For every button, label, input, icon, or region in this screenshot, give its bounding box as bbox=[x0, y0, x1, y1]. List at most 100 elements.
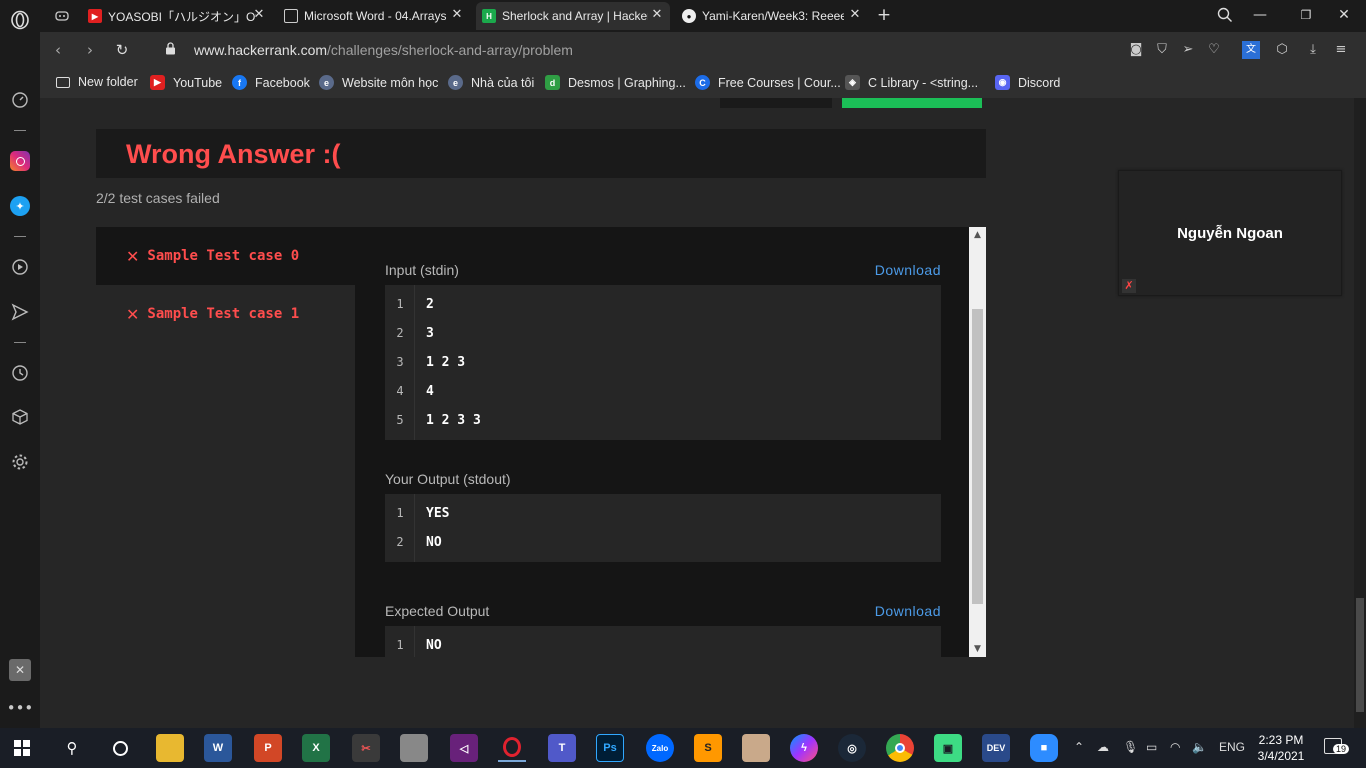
bookmarks-bar: New folder ▶ YouTube f Facebook e Website m… bbox=[40, 68, 1366, 98]
more-dots-icon[interactable]: ••• bbox=[7, 696, 34, 720]
facebook-icon: f bbox=[232, 75, 247, 90]
downloads-icon[interactable]: ⤓ bbox=[1304, 41, 1322, 59]
android-icon[interactable]: ▣ bbox=[934, 734, 962, 762]
close-icon[interactable]: ✕ bbox=[450, 8, 464, 22]
adblock-shield-icon[interactable]: ⛉ bbox=[1153, 41, 1171, 59]
bookmark-discord[interactable]: ◉ Discord bbox=[995, 75, 1060, 90]
scroll-down-icon[interactable]: ▼ bbox=[969, 641, 986, 657]
tab-menu-icon[interactable] bbox=[50, 4, 74, 28]
extensions-icon[interactable]: ⬡ bbox=[1273, 41, 1291, 59]
globe-icon: e bbox=[448, 75, 463, 90]
photoshop-icon[interactable]: Ps bbox=[596, 734, 624, 762]
bookmark-nha-cua-toi[interactable]: e Nhà của tôi bbox=[448, 75, 534, 90]
visual-studio-icon[interactable]: ◁ bbox=[450, 734, 478, 762]
expected-code-box: 1 NO bbox=[385, 626, 941, 657]
search-icon[interactable]: ⚲ bbox=[58, 734, 86, 762]
bookmark-cplusplus[interactable]: ◈ C Library - <string... bbox=[845, 75, 978, 90]
input-download-link[interactable]: Download bbox=[875, 262, 941, 278]
bookmark-facebook[interactable]: f Facebook bbox=[232, 75, 310, 90]
messenger-icon[interactable]: ϟ bbox=[790, 734, 818, 762]
anime-app-icon[interactable] bbox=[400, 734, 428, 762]
volume-icon[interactable]: 🔈 bbox=[1192, 740, 1207, 754]
scroll-up-icon[interactable]: ▲ bbox=[969, 227, 986, 243]
restore-icon[interactable]: ❐ bbox=[1294, 4, 1318, 26]
send-icon[interactable] bbox=[8, 300, 32, 324]
send-to-icon[interactable]: ➢ bbox=[1179, 41, 1197, 59]
close-icon[interactable]: ✕ bbox=[848, 8, 862, 22]
tab-title: Yami-Karen/Week3: Reeee bbox=[702, 9, 844, 23]
wifi-icon[interactable]: ◠ bbox=[1170, 740, 1180, 754]
forward-icon[interactable]: › bbox=[80, 40, 100, 60]
close-icon[interactable]: ✕ bbox=[252, 8, 266, 22]
snipping-tool-icon[interactable]: ✂ bbox=[352, 734, 380, 762]
cortana-icon[interactable] bbox=[106, 734, 134, 762]
scroll-thumb[interactable] bbox=[1356, 598, 1364, 712]
window-close-icon[interactable]: ✕ bbox=[1332, 4, 1356, 26]
bookmark-website-mon-hoc[interactable]: e Website môn học bbox=[319, 75, 438, 90]
search-tabs-icon[interactable] bbox=[1213, 4, 1237, 26]
run-code-button[interactable] bbox=[720, 98, 832, 108]
minimize-icon[interactable]: — bbox=[1248, 4, 1272, 26]
snapshot-camera-icon[interactable]: ◙ bbox=[1127, 41, 1145, 59]
clock-date: 3/4/2021 bbox=[1257, 749, 1305, 763]
video-call-tile[interactable]: Nguyễn Ngoan ✗ bbox=[1118, 170, 1342, 296]
clock[interactable]: 2:23 PM 3/4/2021 bbox=[1252, 732, 1310, 764]
tray-chevron-icon[interactable]: ⌃ bbox=[1074, 740, 1084, 754]
twitter-icon[interactable]: ✦ bbox=[8, 194, 32, 218]
expected-download-link[interactable]: Download bbox=[875, 603, 941, 619]
onedrive-icon[interactable]: ☁ bbox=[1097, 740, 1109, 754]
tab-hackerrank[interactable]: H Sherlock and Array | Hacker ✕ bbox=[476, 2, 670, 30]
extensions-cube-icon[interactable] bbox=[8, 405, 32, 429]
back-icon[interactable]: ‹ bbox=[48, 40, 68, 60]
language-indicator[interactable]: ENG bbox=[1219, 740, 1245, 754]
zoom-icon[interactable]: ■ bbox=[1030, 734, 1058, 762]
heart-icon[interactable]: ♡ bbox=[1205, 41, 1223, 59]
microphone-icon[interactable]: 🎙 bbox=[1123, 740, 1138, 754]
submit-code-button[interactable] bbox=[842, 98, 982, 108]
bookmark-youtube[interactable]: ▶ YouTube bbox=[150, 75, 222, 90]
input-code-box: 12 23 31 2 3 44 51 2 3 3 bbox=[385, 285, 941, 440]
reload-icon[interactable]: ↻ bbox=[112, 40, 132, 60]
excel-icon[interactable]: X bbox=[302, 734, 330, 762]
instagram-icon[interactable] bbox=[8, 149, 32, 173]
page-scrollbar[interactable] bbox=[1354, 98, 1366, 728]
testcase-tab-0[interactable]: ✕ Sample Test case 0 bbox=[96, 227, 355, 285]
bookmark-new-folder[interactable]: New folder bbox=[56, 75, 138, 89]
document-favicon-icon bbox=[284, 9, 298, 23]
speed-dial-icon[interactable] bbox=[8, 88, 32, 112]
tab-youtube[interactable]: ▶ YOASOBI「ハルジオン」Official ✕ bbox=[82, 2, 272, 30]
scroll-thumb[interactable] bbox=[972, 309, 983, 604]
result-header: Wrong Answer :( bbox=[96, 129, 986, 178]
results-scrollbar[interactable]: ▲ ▼ bbox=[969, 227, 986, 657]
testcase-tab-1[interactable]: ✕ Sample Test case 1 bbox=[96, 285, 355, 343]
chrome-icon[interactable] bbox=[886, 734, 914, 762]
bookmark-coursera[interactable]: C Free Courses | Cour... bbox=[695, 75, 841, 90]
file-explorer-icon[interactable] bbox=[156, 734, 184, 762]
powerpoint-icon[interactable]: P bbox=[254, 734, 282, 762]
pinned-app-icon[interactable]: ✕ bbox=[8, 658, 32, 682]
word-icon[interactable]: W bbox=[204, 734, 232, 762]
notifications-icon[interactable]: 19 bbox=[1324, 738, 1350, 757]
tab-github[interactable]: ● Yami-Karen/Week3: Reeee ✕ bbox=[676, 2, 868, 30]
easy-setup-icon[interactable]: ≡ bbox=[1332, 41, 1350, 59]
opera-taskbar-icon[interactable] bbox=[498, 734, 526, 762]
windows-start-icon[interactable] bbox=[8, 734, 36, 762]
history-icon[interactable] bbox=[8, 361, 32, 385]
close-icon[interactable]: ✕ bbox=[650, 8, 664, 22]
sublime-icon[interactable]: S bbox=[694, 734, 722, 762]
settings-gear-icon[interactable] bbox=[8, 450, 32, 474]
translate-icon[interactable]: 文 bbox=[1242, 41, 1260, 59]
new-tab-button[interactable]: + bbox=[872, 4, 896, 26]
desmos-icon: d bbox=[545, 75, 560, 90]
dev-cpp-icon[interactable]: DEV bbox=[982, 734, 1010, 762]
opera-logo-icon[interactable] bbox=[8, 8, 32, 32]
teams-icon[interactable]: T bbox=[548, 734, 576, 762]
zalo-icon[interactable]: Zalo bbox=[646, 734, 674, 762]
anime-app-2-icon[interactable] bbox=[742, 734, 770, 762]
player-icon[interactable] bbox=[8, 255, 32, 279]
url-field[interactable]: www.hackerrank.com/challenges/sherlock-a… bbox=[194, 42, 573, 58]
bookmark-desmos[interactable]: d Desmos | Graphing... bbox=[545, 75, 686, 90]
steam-icon[interactable]: ◎ bbox=[838, 734, 866, 762]
battery-icon[interactable]: ▭ bbox=[1146, 740, 1157, 754]
tab-word[interactable]: Microsoft Word - 04.Arrays ✕ bbox=[278, 2, 470, 30]
